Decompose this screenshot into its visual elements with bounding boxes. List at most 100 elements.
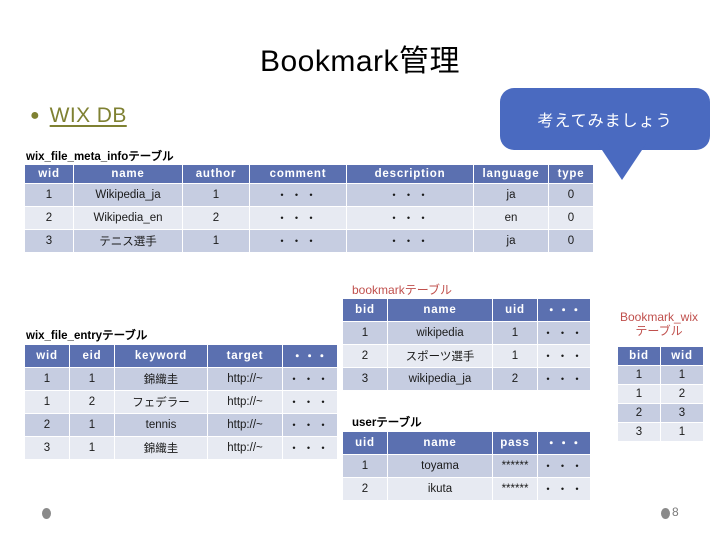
cell: 2 xyxy=(25,414,69,436)
table-row: 2 ikuta ****** ・・・ xyxy=(343,478,590,500)
cell: toyama xyxy=(388,455,492,477)
table-wix-file-meta-info: wid name author comment description lang… xyxy=(24,164,594,253)
cell: 2 xyxy=(183,207,249,229)
cell: tennis xyxy=(115,414,207,436)
cell: ・・・ xyxy=(538,345,590,367)
cell: 2 xyxy=(661,385,703,403)
cell: 1 xyxy=(661,366,703,384)
cell: 1 xyxy=(343,455,387,477)
cell: 2 xyxy=(70,391,114,413)
cell: wikipedia_ja xyxy=(388,368,492,390)
col-header: wid xyxy=(25,345,69,367)
cell: テニス選手 xyxy=(74,230,182,252)
cell: 3 xyxy=(25,437,69,459)
cell: ・・・ xyxy=(283,391,337,413)
table-header-row: bid wid xyxy=(618,347,703,365)
caption-line-2: テーブル xyxy=(635,323,683,338)
cell: 1 xyxy=(618,366,660,384)
table-row: 3 1 xyxy=(618,423,703,441)
cell: 3 xyxy=(618,423,660,441)
table-wix-file-entry: wid eid keyword target ・・・ 1 1 錦織圭 http:… xyxy=(24,344,338,460)
col-header: author xyxy=(183,165,249,183)
col-header: wid xyxy=(661,347,703,365)
cell: 1 xyxy=(493,322,537,344)
wix-db-link[interactable]: WIX DB xyxy=(50,104,127,128)
col-header: eid xyxy=(70,345,114,367)
callout-tail-icon xyxy=(598,144,646,180)
table-row: 1 2 xyxy=(618,385,703,403)
cell: en xyxy=(474,207,548,229)
col-header: ・・・ xyxy=(538,299,590,321)
cell: 1 xyxy=(70,437,114,459)
table-row: 2 3 xyxy=(618,404,703,422)
cell: 1 xyxy=(183,184,249,206)
caption-wix-file-meta-info: wix_file_meta_infoテーブル xyxy=(26,151,174,163)
table-user: uid name pass ・・・ 1 toyama ****** ・・・ 2 … xyxy=(342,431,591,501)
table-header-row: wid eid keyword target ・・・ xyxy=(25,345,337,367)
bullet-dot-icon: ● xyxy=(30,107,40,124)
table-row: 3 1 錦織圭 http://~ ・・・ xyxy=(25,437,337,459)
table-row: 1 Wikipedia_ja 1 ・・・ ・・・ ja 0 xyxy=(25,184,593,206)
cell: 3 xyxy=(25,230,73,252)
cell: 1 xyxy=(493,345,537,367)
cell: ja xyxy=(474,230,548,252)
callout-text: 考えてみましょう xyxy=(537,113,673,130)
page-number: 8 xyxy=(672,505,679,519)
cell: 1 xyxy=(25,368,69,390)
col-header: name xyxy=(388,299,492,321)
cell: 2 xyxy=(25,207,73,229)
cell: ・・・ xyxy=(250,207,346,229)
cell: 2 xyxy=(343,345,387,367)
cell: http://~ xyxy=(208,414,282,436)
col-header: ・・・ xyxy=(283,345,337,367)
cell: フェデラー xyxy=(115,391,207,413)
table-row: 2 Wikipedia_en 2 ・・・ ・・・ en 0 xyxy=(25,207,593,229)
page-title: Bookmark管理 xyxy=(259,45,461,78)
caption-line-1: Bookmark_wix xyxy=(619,310,699,324)
cell: ・・・ xyxy=(347,207,473,229)
col-header: comment xyxy=(250,165,346,183)
col-header: wid xyxy=(25,165,73,183)
cell: ・・・ xyxy=(347,230,473,252)
cell: http://~ xyxy=(208,368,282,390)
table-header-row: bid name uid ・・・ xyxy=(343,299,590,321)
table-row: 2 1 tennis http://~ ・・・ xyxy=(25,414,337,436)
cell: 1 xyxy=(343,322,387,344)
cell: 2 xyxy=(618,404,660,422)
cell: 1 xyxy=(183,230,249,252)
cell: 1 xyxy=(661,423,703,441)
table-header-row: uid name pass ・・・ xyxy=(343,432,590,454)
cell: 錦織圭 xyxy=(115,368,207,390)
cell: ・・・ xyxy=(347,184,473,206)
col-header: name xyxy=(74,165,182,183)
col-header: target xyxy=(208,345,282,367)
table-row: 1 2 フェデラー http://~ ・・・ xyxy=(25,391,337,413)
cell: ・・・ xyxy=(250,230,346,252)
table-row: 1 1 xyxy=(618,366,703,384)
caption-bookmark: bookmarkテーブル xyxy=(352,283,452,297)
col-header: keyword xyxy=(115,345,207,367)
col-header: language xyxy=(474,165,548,183)
bullet-item: ● WIX DB xyxy=(30,104,127,128)
cell: スポーツ選手 xyxy=(388,345,492,367)
table-row: 1 wikipedia 1 ・・・ xyxy=(343,322,590,344)
table-row: 3 wikipedia_ja 2 ・・・ xyxy=(343,368,590,390)
cell: 錦織圭 xyxy=(115,437,207,459)
cell: 1 xyxy=(25,391,69,413)
table-header-row: wid name author comment description lang… xyxy=(25,165,593,183)
cell: 1 xyxy=(618,385,660,403)
footer-dot-left-icon xyxy=(42,508,51,519)
cell: ja xyxy=(474,184,548,206)
callout-bubble: 考えてみましょう xyxy=(500,88,710,150)
cell: ・・・ xyxy=(538,455,590,477)
table-row: 3 テニス選手 1 ・・・ ・・・ ja 0 xyxy=(25,230,593,252)
col-header: name xyxy=(388,432,492,454)
col-header: pass xyxy=(493,432,537,454)
cell: 0 xyxy=(549,184,593,206)
caption-wix-file-entry: wix_file_entryテーブル xyxy=(26,330,148,342)
cell: http://~ xyxy=(208,391,282,413)
cell: Wikipedia_en xyxy=(74,207,182,229)
cell: 1 xyxy=(25,184,73,206)
cell: ikuta xyxy=(388,478,492,500)
cell: wikipedia xyxy=(388,322,492,344)
